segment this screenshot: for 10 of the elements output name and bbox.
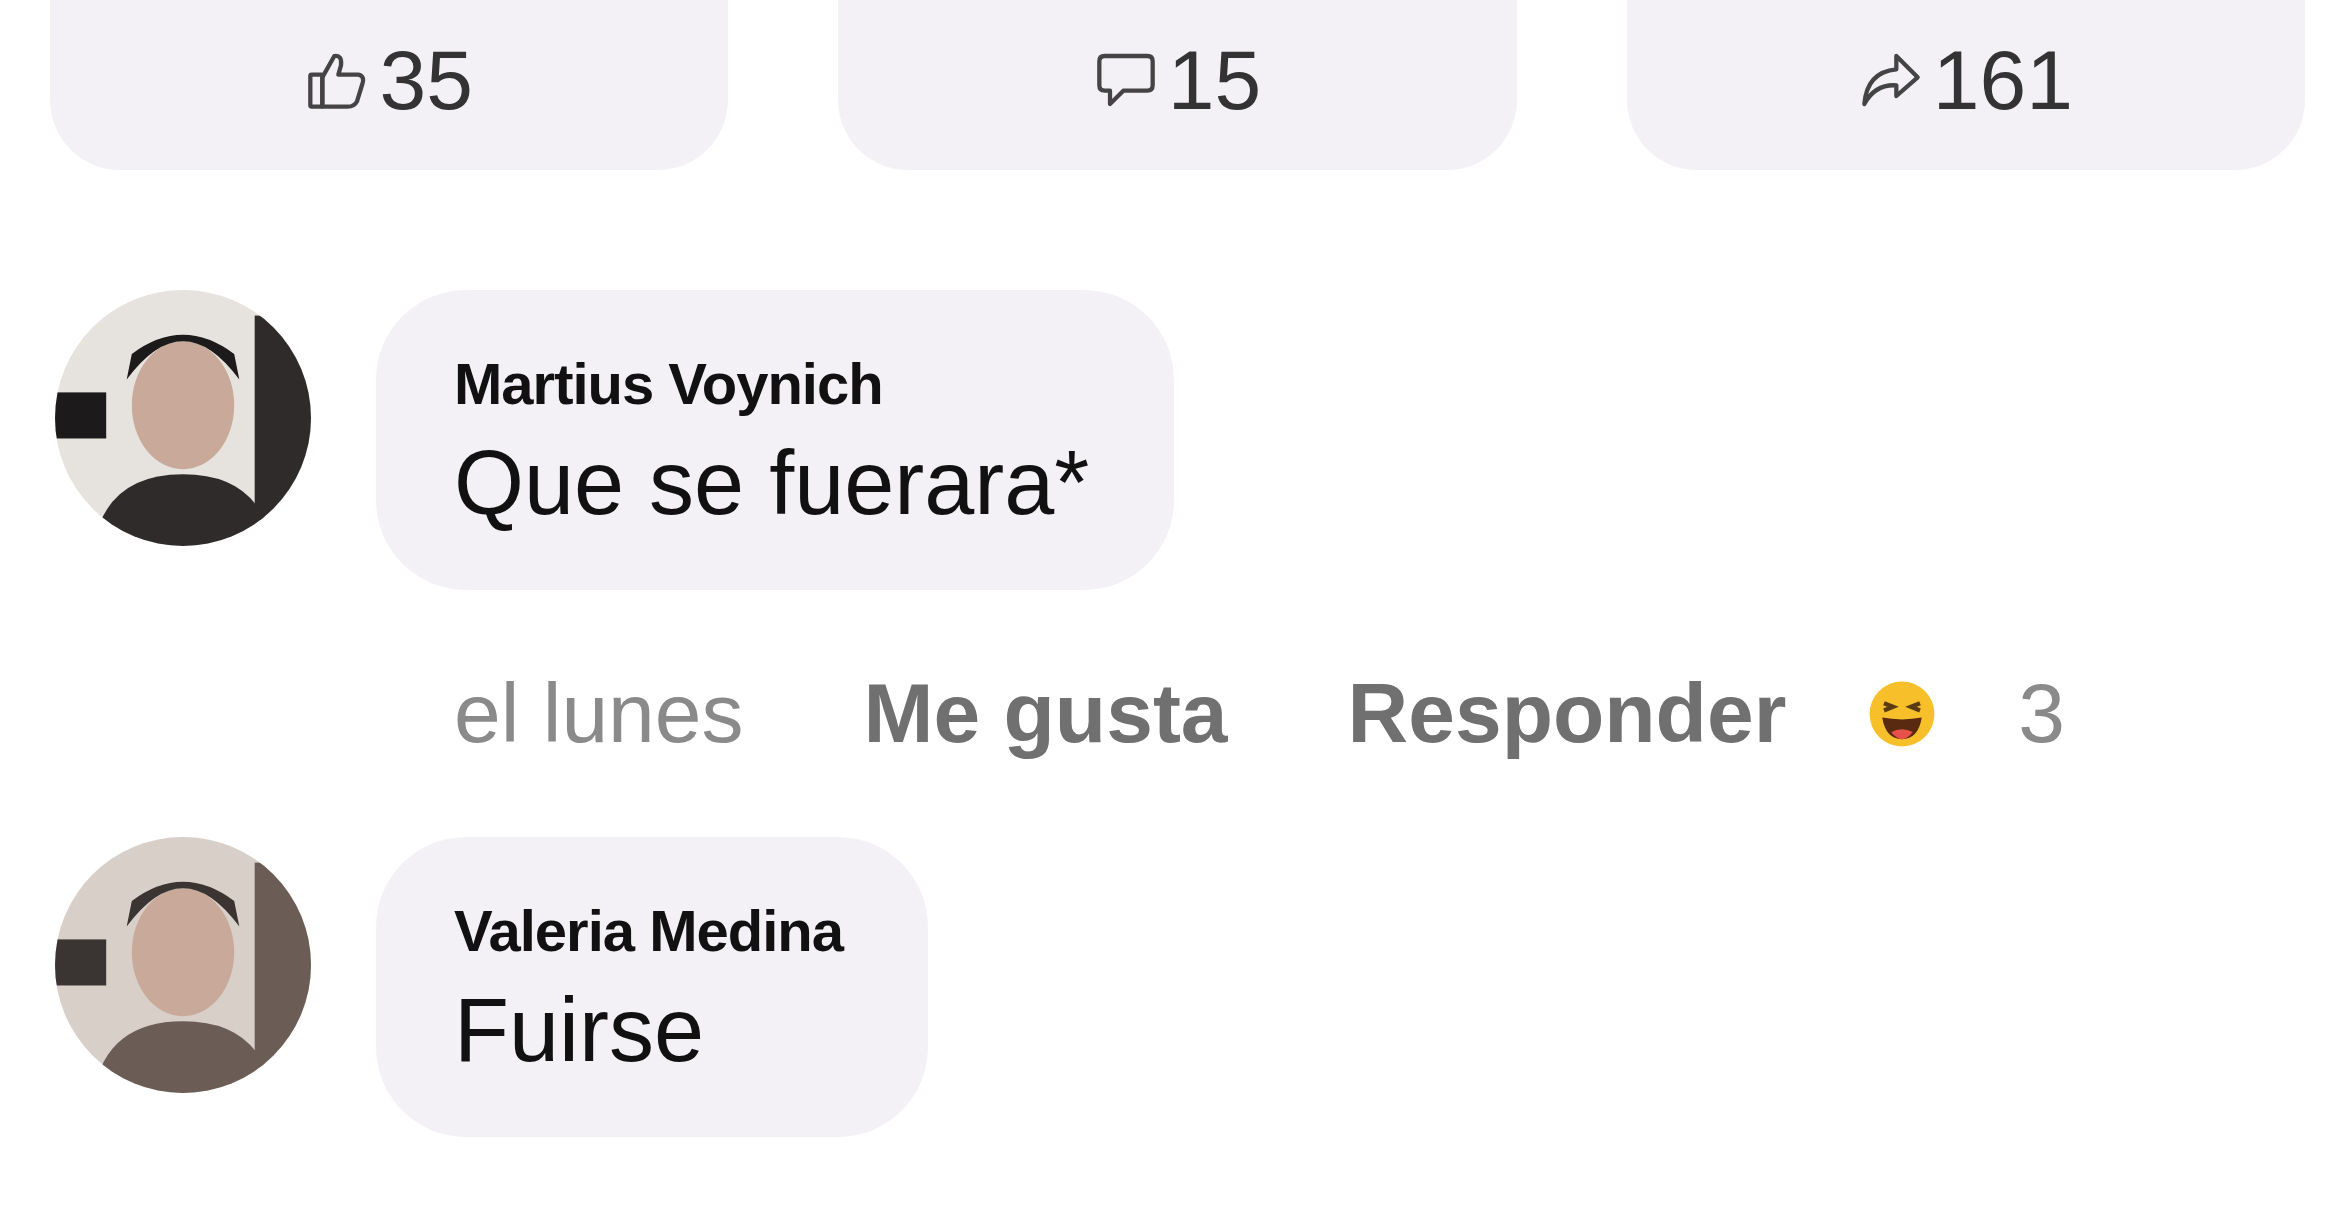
action-button[interactable]: 15: [838, 0, 1517, 170]
action-button[interactable]: 161: [1626, 0, 2305, 170]
action-button[interactable]: 35: [50, 0, 729, 170]
comment-text: Que se fuerara*: [454, 432, 1090, 535]
author-name[interactable]: Martius Voynich: [454, 350, 1090, 417]
like-link[interactable]: Me gusta: [863, 665, 1228, 762]
author-name[interactable]: Valeria Medina: [454, 897, 843, 964]
reaction-count: 3: [2018, 665, 2066, 762]
comment-text: Fuirse: [454, 979, 706, 1082]
reply-link[interactable]: Responder: [1347, 665, 1787, 762]
